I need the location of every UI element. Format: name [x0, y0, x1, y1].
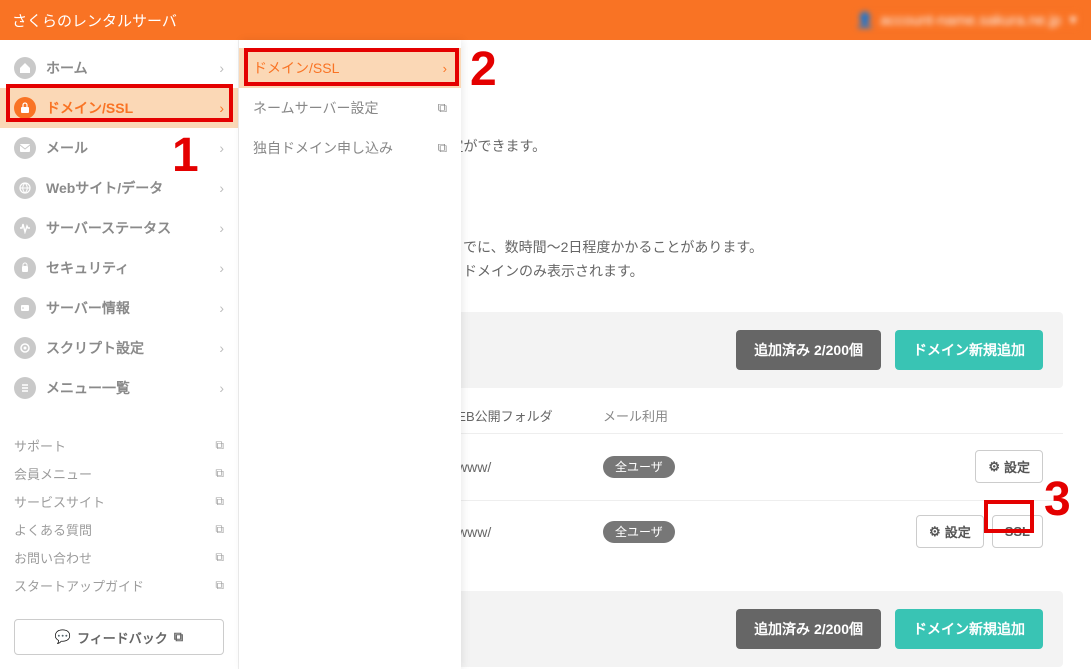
sidebar-item-menu[interactable]: メニュー一覧 ›	[0, 368, 238, 408]
sidebar-item-domain[interactable]: ドメイン/SSL ›	[0, 88, 238, 128]
user-label: account-name.sakura.ne.jp	[880, 12, 1061, 29]
cell-actions: ⚙設定 SSL	[916, 515, 1043, 548]
startup-link[interactable]: スタートアップガイド ⧉	[14, 571, 224, 599]
add-domain-button[interactable]: ドメイン新規追加	[895, 330, 1043, 370]
sidebar-item-web[interactable]: Webサイト/データ ›	[0, 168, 238, 208]
feedback-label: フィードバック	[77, 628, 168, 647]
link-label: サポート	[14, 436, 66, 455]
sidebar-item-label: ホーム	[46, 58, 88, 78]
sidebar-item-label: ドメイン/SSL	[46, 98, 133, 118]
cell-web: ~/www/	[445, 524, 595, 540]
external-icon: ⧉	[215, 522, 224, 537]
support-links: サポート ⧉ 会員メニュー ⧉ サービスサイト ⧉ よくある質問 ⧉ お問い合わせ ⧉ ス…	[0, 421, 238, 609]
chevron-right-icon: ›	[219, 220, 224, 236]
external-icon: ⧉	[174, 629, 183, 645]
cell-mail: 全ユーザ	[603, 458, 713, 475]
link-label: サービスサイト	[14, 492, 105, 511]
add-domain-button[interactable]: ドメイン新規追加	[895, 609, 1043, 649]
contact-link[interactable]: お問い合わせ ⧉	[14, 543, 224, 571]
chevron-right-icon: ›	[219, 140, 224, 156]
server-icon	[14, 297, 36, 319]
submenu-item-nameserver[interactable]: ネームサーバー設定 ⧉	[239, 88, 461, 128]
submenu-domain: ドメイン/SSL › ネームサーバー設定 ⧉ 独自ドメイン申し込み ⧉	[239, 40, 461, 669]
gear-icon: ⚙	[929, 524, 941, 540]
member-link[interactable]: 会員メニュー ⧉	[14, 459, 224, 487]
gear-icon: ⚙	[988, 459, 1000, 475]
sidebar-item-server[interactable]: サーバー情報 ›	[0, 288, 238, 328]
submenu-label: ドメイン/SSL	[253, 58, 339, 78]
chevron-right-icon: ›	[219, 340, 224, 356]
cell-actions: ⚙設定	[975, 450, 1043, 483]
chevron-right-icon: ›	[219, 300, 224, 316]
sidebar-item-label: サーバーステータス	[46, 218, 171, 238]
sidebar-item-status[interactable]: サーバーステータス ›	[0, 208, 238, 248]
support-link[interactable]: サポート ⧉	[14, 431, 224, 459]
chevron-right-icon: ›	[219, 100, 224, 116]
sidebar-item-label: セキュリティ	[46, 258, 129, 278]
user-menu[interactable]: 👤 account-name.sakura.ne.jp ▼	[855, 11, 1079, 29]
sidebar-item-script[interactable]: スクリプト設定 ›	[0, 328, 238, 368]
submenu-item-domain-ssl[interactable]: ドメイン/SSL ›	[239, 48, 461, 88]
chat-icon: 💬	[55, 629, 71, 645]
external-icon: ⧉	[215, 466, 224, 481]
sidebar-item-label: スクリプト設定	[46, 338, 144, 358]
settings-button[interactable]: ⚙設定	[916, 515, 984, 548]
link-label: スタートアップガイド	[14, 576, 144, 595]
link-label: 会員メニュー	[14, 464, 92, 483]
sidebar-item-security[interactable]: セキュリティ ›	[0, 248, 238, 288]
external-icon: ⧉	[215, 438, 224, 453]
submenu-label: ネームサーバー設定	[253, 98, 378, 118]
chevron-right-icon: ›	[443, 61, 447, 76]
submenu-item-own-domain[interactable]: 独自ドメイン申し込み ⧉	[239, 128, 461, 168]
btn-label: 設定	[945, 522, 971, 541]
chevron-down-icon: ▼	[1067, 13, 1079, 27]
cell-mail: 全ユーザ	[603, 523, 713, 540]
sidebar-item-label: メール	[46, 138, 88, 158]
sidebar-item-mail[interactable]: メール ›	[0, 128, 238, 168]
shield-icon	[14, 257, 36, 279]
topbar: さくらのレンタルサーバ 👤 account-name.sakura.ne.jp …	[0, 0, 1091, 40]
mail-badge: 全ユーザ	[603, 521, 675, 543]
chevron-right-icon: ›	[219, 380, 224, 396]
lock-icon	[14, 97, 36, 119]
service-link[interactable]: サービスサイト ⧉	[14, 487, 224, 515]
user-icon: 👤	[855, 11, 874, 29]
home-icon	[14, 57, 36, 79]
external-icon: ⧉	[215, 494, 224, 509]
mail-icon	[14, 137, 36, 159]
script-icon	[14, 337, 36, 359]
app-title: さくらのレンタルサーバ	[12, 10, 177, 31]
settings-button[interactable]: ⚙設定	[975, 450, 1043, 483]
sidebar-item-label: Webサイト/データ	[46, 178, 163, 198]
external-icon: ⧉	[215, 578, 224, 593]
sidebar-item-label: メニュー一覧	[46, 378, 130, 398]
external-icon: ⧉	[438, 140, 447, 156]
count-badge: 追加済み 2/200個	[736, 609, 881, 649]
count-badge: 追加済み 2/200個	[736, 330, 881, 370]
feedback-button[interactable]: 💬 フィードバック ⧉	[14, 619, 224, 655]
sidebar-item-home[interactable]: ホーム ›	[0, 48, 238, 88]
globe-icon	[14, 177, 36, 199]
chevron-right-icon: ›	[219, 260, 224, 276]
link-label: お問い合わせ	[14, 548, 92, 567]
th-mail: メール利用	[603, 406, 713, 425]
submenu-label: 独自ドメイン申し込み	[253, 138, 393, 158]
external-icon: ⧉	[215, 550, 224, 565]
ssl-button[interactable]: SSL	[992, 515, 1043, 548]
nav-list: ホーム › ドメイン/SSL › メール › Webサイト/データ › サーバー…	[0, 40, 238, 412]
mail-badge: 全ユーザ	[603, 456, 675, 478]
chevron-right-icon: ›	[219, 180, 224, 196]
sidebar: ホーム › ドメイン/SSL › メール › Webサイト/データ › サーバー…	[0, 40, 239, 669]
sidebar-item-label: サーバー情報	[46, 298, 130, 318]
chevron-right-icon: ›	[219, 60, 224, 76]
th-web: WEB公開フォルダ	[445, 406, 595, 425]
activity-icon	[14, 217, 36, 239]
list-icon	[14, 377, 36, 399]
faq-link[interactable]: よくある質問 ⧉	[14, 515, 224, 543]
cell-web: ~/www/	[445, 459, 595, 475]
btn-label: 設定	[1004, 457, 1030, 476]
external-icon: ⧉	[438, 100, 447, 116]
link-label: よくある質問	[14, 520, 92, 539]
